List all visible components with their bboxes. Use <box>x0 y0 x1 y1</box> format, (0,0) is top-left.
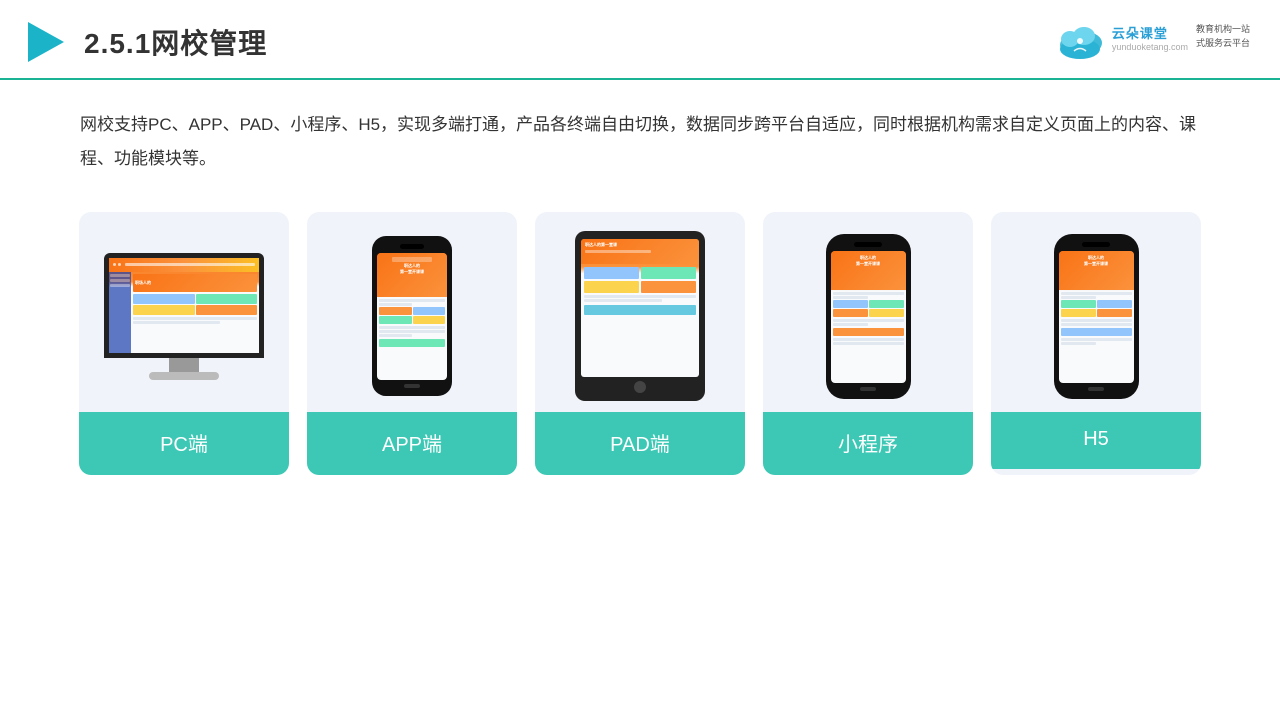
card-app: 职达人的第一堂开课课 <box>307 212 517 475</box>
card-h5: 职达人的第一堂开课课 <box>991 212 1201 475</box>
card-app-image: 职达人的第一堂开课课 <box>307 212 517 412</box>
card-app-label: APP端 <box>307 412 517 475</box>
card-pc-label: PC端 <box>79 412 289 475</box>
card-pad: 职达人的第一堂课 <box>535 212 745 475</box>
pc-device-mockup: 职场人的 <box>99 253 269 380</box>
cloud-logo-icon <box>1052 23 1108 61</box>
page-title: 2.5.1网校管理 <box>84 22 267 62</box>
pad-device-mockup: 职达人的第一堂课 <box>575 231 705 401</box>
card-pad-image: 职达人的第一堂课 <box>535 212 745 412</box>
card-pc: 职场人的 <box>79 212 289 475</box>
card-mini-image: 职达人的第一堂开课课 <box>763 212 973 412</box>
card-mini: 职达人的第一堂开课课 <box>763 212 973 475</box>
play-icon <box>20 18 68 66</box>
logo-url: yunduoketang.com <box>1112 42 1188 52</box>
description-text: 网校支持PC、APP、PAD、小程序、H5，实现多端打通，产品各终端自由切换，数… <box>0 80 1280 192</box>
header-left: 2.5.1网校管理 <box>20 18 267 66</box>
card-h5-image: 职达人的第一堂开课课 <box>991 212 1201 412</box>
card-mini-label: 小程序 <box>763 412 973 475</box>
mini-device-mockup: 职达人的第一堂开课课 <box>826 234 911 399</box>
h5-device-mockup: 职达人的第一堂开课课 <box>1054 234 1139 399</box>
card-pad-label: PAD端 <box>535 412 745 475</box>
card-pc-image: 职场人的 <box>79 212 289 412</box>
card-h5-label: H5 <box>991 412 1201 469</box>
cards-container: 职场人的 <box>0 192 1280 495</box>
logo-area: 云朵课堂 yunduoketang.com 教育机构一站式服务云平台 <box>1052 23 1250 61</box>
header: 2.5.1网校管理 云朵课堂 yunduoketang.com 教育机构一站式服… <box>0 0 1280 80</box>
logo-slogan: 教育机构一站式服务云平台 <box>1196 23 1250 50</box>
logo-brand: 云朵课堂 <box>1112 23 1188 42</box>
app-device-mockup: 职达人的第一堂开课课 <box>372 236 452 396</box>
